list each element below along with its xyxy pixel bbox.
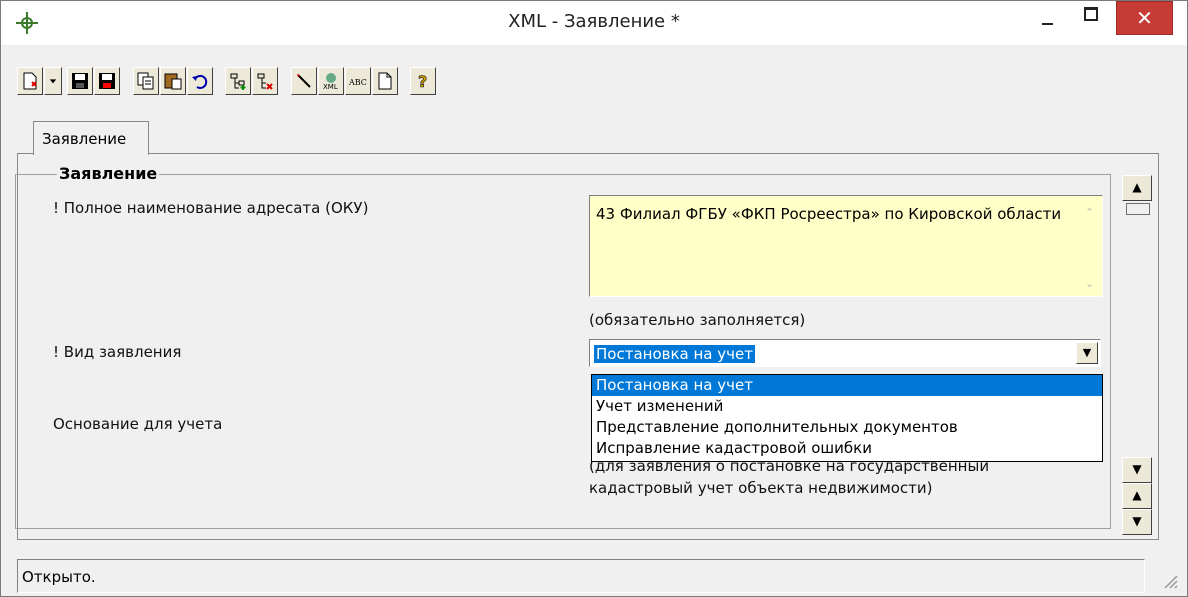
minimize-icon <box>1042 23 1053 25</box>
kind-select-toggle[interactable]: ▼ <box>1076 342 1098 364</box>
delete-node-button[interactable] <box>252 67 278 95</box>
document-button[interactable] <box>372 67 398 95</box>
close-icon: ✕ <box>1136 6 1153 30</box>
maximize-icon <box>1084 7 1098 21</box>
arrow-up-icon: ▲ <box>1132 488 1142 502</box>
new-document-icon <box>23 72 37 90</box>
save-icon <box>72 73 88 89</box>
addressee-field[interactable]: 43 Филиал ФГБУ «ФКП Росреестра» по Киров… <box>589 195 1103 297</box>
paste-icon <box>164 73 182 90</box>
tab-zayavlenie[interactable]: Заявление <box>33 121 149 155</box>
undo-icon <box>192 74 208 89</box>
kind-option[interactable]: Учет изменений <box>592 396 1102 417</box>
new-document-button[interactable] <box>17 67 43 95</box>
window-title: XML - Заявление * <box>508 11 680 32</box>
kind-dropdown-list: Постановка на учет Учет изменений Предст… <box>591 374 1103 462</box>
resize-grip-icon[interactable] <box>1159 570 1179 590</box>
kind-option[interactable]: Постановка на учет <box>592 375 1102 396</box>
close-button[interactable]: ✕ <box>1116 1 1173 35</box>
svg-text:?: ? <box>418 72 427 91</box>
document-icon <box>378 72 392 90</box>
scroll-up-button-secondary[interactable]: ▲ <box>1122 483 1152 509</box>
scroll-down-button-secondary[interactable]: ▼ <box>1122 509 1152 535</box>
scroll-thumb[interactable] <box>1126 203 1150 215</box>
delete-node-icon <box>257 73 273 90</box>
copy-button[interactable] <box>133 67 159 95</box>
group-title: Заявление <box>57 164 160 183</box>
undo-button[interactable] <box>187 67 213 95</box>
chevron-down-icon: ▼ <box>1082 346 1092 359</box>
status-text: Открыто. <box>22 568 96 586</box>
addressee-note: (обязательно заполняется) <box>589 311 806 329</box>
title-bar[interactable]: XML - Заявление * ✕ <box>1 1 1187 45</box>
kind-select[interactable]: Постановка на учет ▼ <box>589 339 1101 367</box>
addressee-label: ! Полное наименование адресата (ОКУ) <box>53 199 369 217</box>
kind-label: ! Вид заявления <box>53 343 182 361</box>
arrow-up-icon: ▲ <box>1132 180 1142 194</box>
save-as-icon <box>99 73 115 89</box>
scroll-down-icon: ⌄ <box>1085 277 1095 290</box>
maximize-button[interactable] <box>1070 1 1116 35</box>
addressee-value: 43 Филиал ФГБУ «ФКП Росреестра» по Киров… <box>596 205 1062 223</box>
save-as-button[interactable] <box>94 67 120 95</box>
help-icon: ? <box>418 72 428 91</box>
panel-scrollbar[interactable]: ▲ ▼ ▲ ▼ <box>1122 165 1152 535</box>
add-node-icon <box>230 73 246 90</box>
scroll-down-button[interactable]: ▼ <box>1122 457 1152 483</box>
kind-select-value: Постановка на учет <box>594 345 755 363</box>
wand-button[interactable] <box>291 67 317 95</box>
minimize-button[interactable] <box>1024 1 1070 35</box>
help-button[interactable]: ? <box>410 67 436 95</box>
xml-button[interactable]: XML <box>318 67 344 95</box>
copy-icon <box>137 72 154 90</box>
wand-icon <box>297 74 311 88</box>
basis-label: Основание для учета <box>53 415 223 433</box>
paste-button[interactable] <box>160 67 186 95</box>
scroll-up-button[interactable]: ▲ <box>1122 175 1152 201</box>
save-button[interactable] <box>67 67 93 95</box>
dropdown-arrow-icon <box>49 79 57 84</box>
arrow-down-icon: ▼ <box>1132 514 1142 528</box>
app-window: XML - Заявление * ✕ XML ABC ? Заявление … <box>0 0 1188 597</box>
spellcheck-button[interactable]: ABC <box>345 67 371 95</box>
scroll-up-icon: ⌃ <box>1085 206 1095 219</box>
new-document-dropdown-button[interactable] <box>44 67 62 95</box>
addressee-scrollbar[interactable]: ⌃ ⌄ <box>1080 198 1100 294</box>
kind-option[interactable]: Исправление кадастровой ошибки <box>592 438 1102 459</box>
arrow-down-icon: ▼ <box>1132 462 1142 476</box>
kind-option[interactable]: Представление дополнительных документов <box>592 417 1102 438</box>
spellcheck-icon: ABC <box>348 78 367 87</box>
svg-text:ABC: ABC <box>348 78 367 87</box>
svg-text:XML: XML <box>323 83 338 91</box>
add-node-button[interactable] <box>225 67 251 95</box>
basis-hint-line-2: кадастровый учет объекта недвижимости) <box>589 479 933 497</box>
status-bar: Открыто. <box>17 559 1145 593</box>
xml-icon: XML <box>323 73 338 91</box>
